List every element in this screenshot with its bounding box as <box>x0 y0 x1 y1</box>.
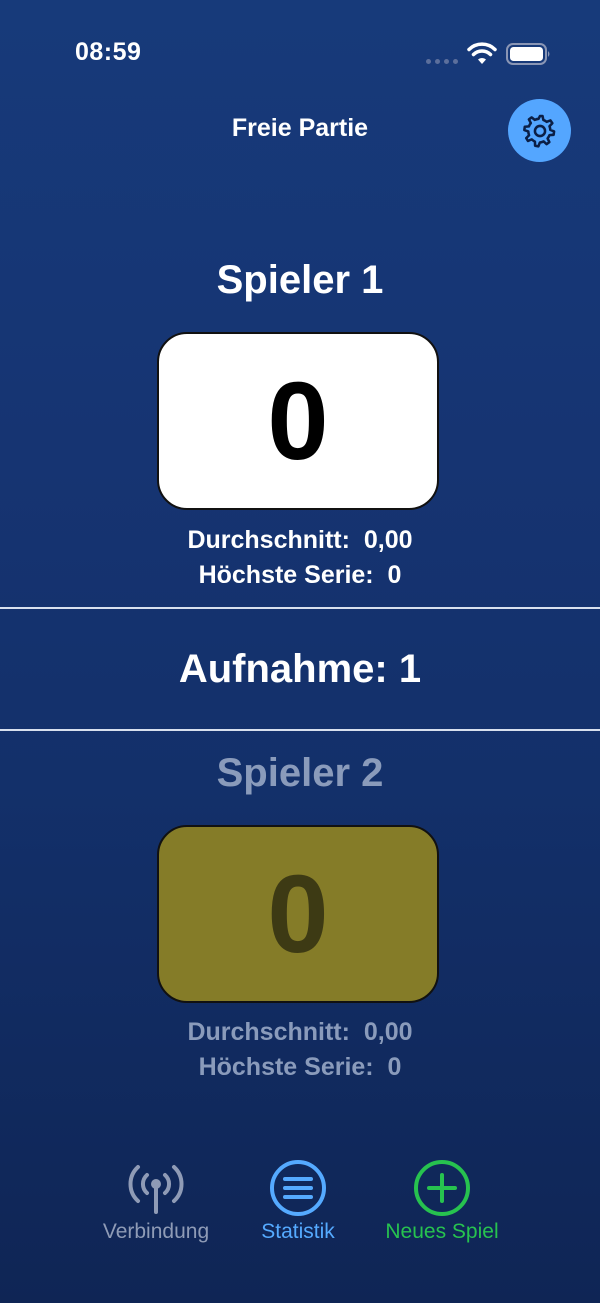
player2-average-label: Durchschnitt: <box>187 1018 350 1046</box>
battery-icon <box>506 43 550 65</box>
player1-best-series-label: Höchste Serie: <box>198 561 374 589</box>
player1-average: Durchschnitt: 0,00 <box>0 526 600 555</box>
player1-name[interactable]: Spieler 1 <box>0 258 600 303</box>
player2-score: 0 <box>267 852 329 976</box>
player1-best-series: Höchste Serie: 0 <box>0 561 600 590</box>
player1-best-series-value: 0 <box>387 561 402 589</box>
status-bar: 08:59 <box>0 0 600 110</box>
tab-neues-spiel[interactable]: Neues Spiel <box>352 1158 532 1244</box>
player2-best-series: Höchste Serie: 0 <box>0 1053 600 1082</box>
antenna-icon <box>128 1165 184 1214</box>
player1-score: 0 <box>267 359 329 483</box>
inning-counter: Aufnahme: 1 <box>0 647 600 692</box>
player2-name[interactable]: Spieler 2 <box>0 751 600 796</box>
cellular-signal-icon <box>426 59 458 64</box>
inning-label: Aufnahme: <box>178 647 388 691</box>
player2-average-value: 0,00 <box>363 1018 413 1046</box>
list-icon <box>270 1160 326 1216</box>
wifi-icon <box>467 42 497 64</box>
player1-average-value: 0,00 <box>363 526 413 554</box>
player2-best-series-value: 0 <box>387 1053 402 1081</box>
player1-average-label: Durchschnitt: <box>187 526 350 554</box>
plus-circle-icon <box>414 1160 470 1216</box>
divider-top <box>0 607 600 609</box>
player1-score-box[interactable]: 0 <box>157 332 439 510</box>
tab-neues-spiel-label: Neues Spiel <box>385 1220 499 1243</box>
inning-value: 1 <box>398 647 422 691</box>
settings-button[interactable] <box>508 99 571 162</box>
divider-bottom <box>0 729 600 731</box>
player2-score-box[interactable]: 0 <box>157 825 439 1003</box>
player2-average: Durchschnitt: 0,00 <box>0 1018 600 1047</box>
gear-icon <box>522 114 555 148</box>
player2-best-series-label: Höchste Serie: <box>198 1053 374 1081</box>
status-time: 08:59 <box>75 38 142 66</box>
